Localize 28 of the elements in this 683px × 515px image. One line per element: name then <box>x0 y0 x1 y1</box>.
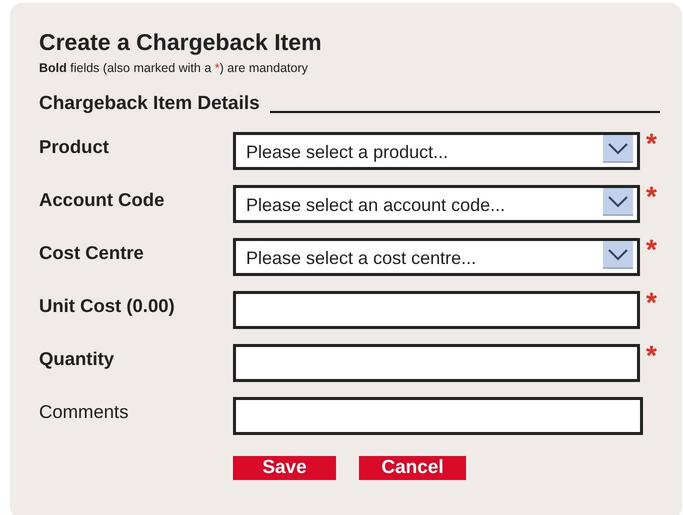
required-mark: * <box>646 185 657 209</box>
input-field[interactable] <box>233 397 643 435</box>
dropdown-field[interactable]: Please select an account code... <box>233 185 640 223</box>
field-label: Comments <box>39 400 130 423</box>
dropdown-field[interactable]: Please select a product... <box>233 132 640 170</box>
field-label: Unit Cost (0.00) <box>39 294 176 317</box>
input-field[interactable] <box>233 291 640 329</box>
required-mark: * <box>646 291 657 315</box>
chevron-down-icon <box>603 188 633 216</box>
dropdown-field[interactable]: Please select a cost centre... <box>233 238 640 276</box>
section-title: Chargeback Item Details <box>39 93 260 115</box>
field-label: Account Code <box>39 188 166 211</box>
mandatory-note: Bold fields (also marked with a *) are mandatory <box>39 61 309 75</box>
required-mark: * <box>646 132 657 156</box>
dropdown-placeholder: Please select a product... <box>246 142 450 163</box>
save-button[interactable]: Save <box>233 456 336 480</box>
field-label: Product <box>39 135 110 158</box>
field-label: Quantity <box>39 347 116 370</box>
form-title: Create a Chargeback Item <box>39 29 323 55</box>
dropdown-placeholder: Please select an account code... <box>246 195 506 216</box>
dropdown-placeholder: Please select a cost centre... <box>246 248 478 269</box>
field-label: Cost Centre <box>39 241 145 264</box>
required-mark: * <box>646 344 657 368</box>
cancel-button[interactable]: Cancel <box>359 456 466 480</box>
input-field[interactable] <box>233 344 640 382</box>
chevron-down-icon <box>603 241 633 269</box>
required-mark: * <box>646 238 657 262</box>
chevron-down-icon <box>603 135 633 163</box>
